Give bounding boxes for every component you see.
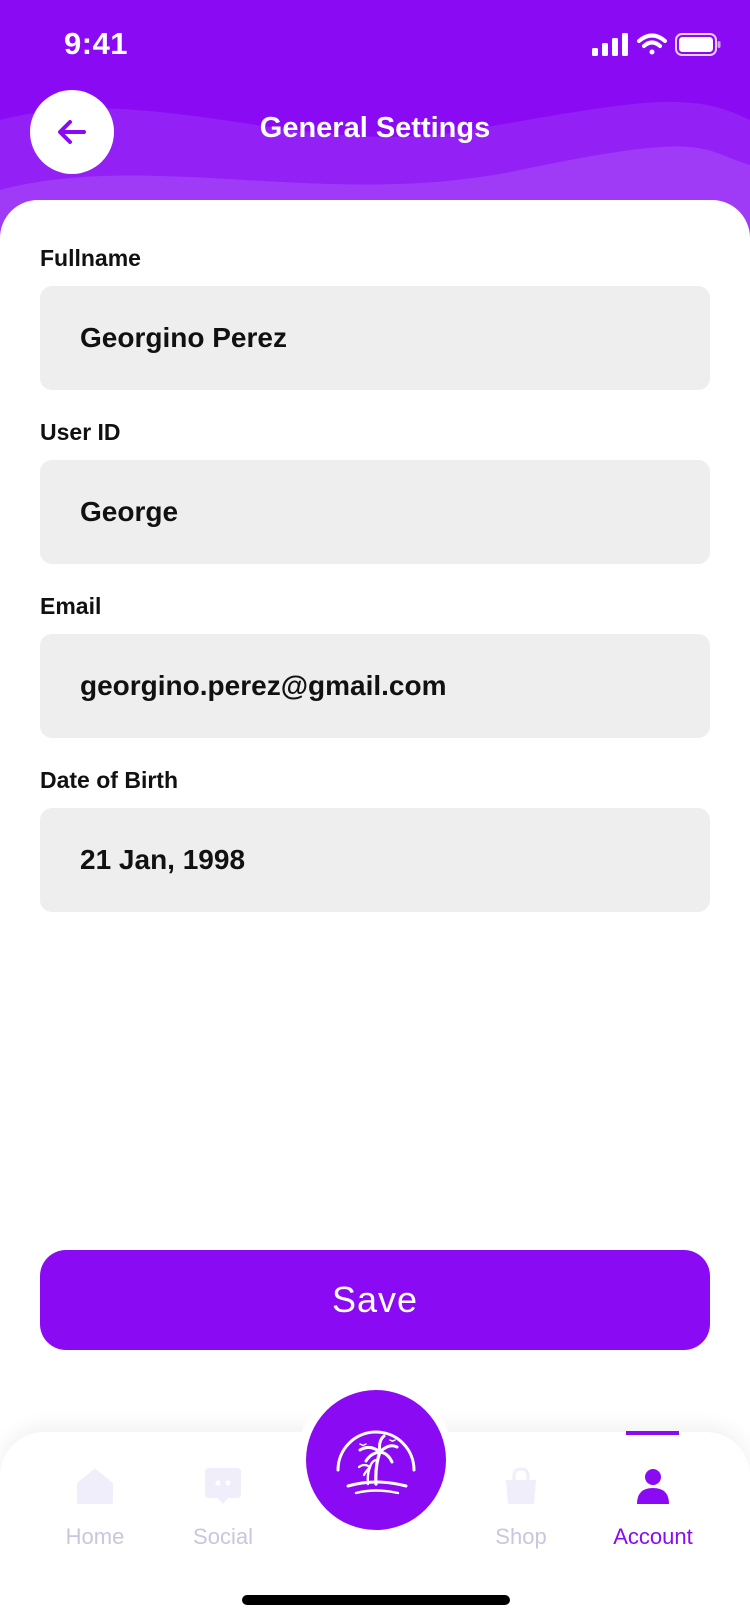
tab-social-label: Social — [193, 1524, 253, 1549]
home-indicator — [242, 1595, 510, 1605]
status-time: 9:41 — [64, 26, 129, 61]
signal-icon — [592, 33, 628, 56]
tab-shop[interactable]: Shop — [461, 1432, 581, 1582]
email-value: georgino.perez@gmail.com — [80, 670, 447, 701]
center-action-button[interactable] — [306, 1390, 446, 1530]
shopping-bag-icon — [506, 1467, 536, 1504]
fullname-field[interactable]: Georgino Perez — [40, 286, 710, 390]
fullname-value: Georgino Perez — [80, 322, 287, 353]
chat-icon — [205, 1468, 241, 1504]
user-icon — [637, 1469, 669, 1504]
battery-icon — [675, 33, 721, 56]
tab-shop-label: Shop — [495, 1524, 547, 1549]
user-id-value: George — [80, 496, 179, 527]
tab-home[interactable]: Home — [35, 1432, 155, 1582]
date-of-birth-value: 21 Jan, 1998 — [80, 844, 246, 875]
fullname-label: Fullname — [40, 245, 141, 271]
user-id-field[interactable]: George — [40, 460, 710, 564]
home-icon — [77, 1469, 113, 1504]
email-field[interactable]: georgino.perez@gmail.com — [40, 634, 710, 738]
save-button[interactable]: Save — [40, 1250, 710, 1350]
email-label: Email — [40, 593, 102, 619]
date-of-birth-field[interactable]: 21 Jan, 1998 — [40, 808, 710, 912]
active-tab-indicator — [626, 1431, 679, 1435]
status-icons — [592, 30, 722, 65]
user-id-label: User ID — [40, 419, 121, 445]
palm-tree-island-icon — [336, 1430, 416, 1495]
wifi-icon — [637, 33, 667, 55]
tab-account[interactable]: Account — [593, 1432, 713, 1582]
tab-home-label: Home — [65, 1524, 125, 1549]
tab-social[interactable]: Social — [163, 1432, 283, 1582]
tab-account-label: Account — [613, 1524, 693, 1549]
date-of-birth-label: Date of Birth — [40, 767, 178, 793]
page-title: General Settings — [259, 112, 491, 144]
